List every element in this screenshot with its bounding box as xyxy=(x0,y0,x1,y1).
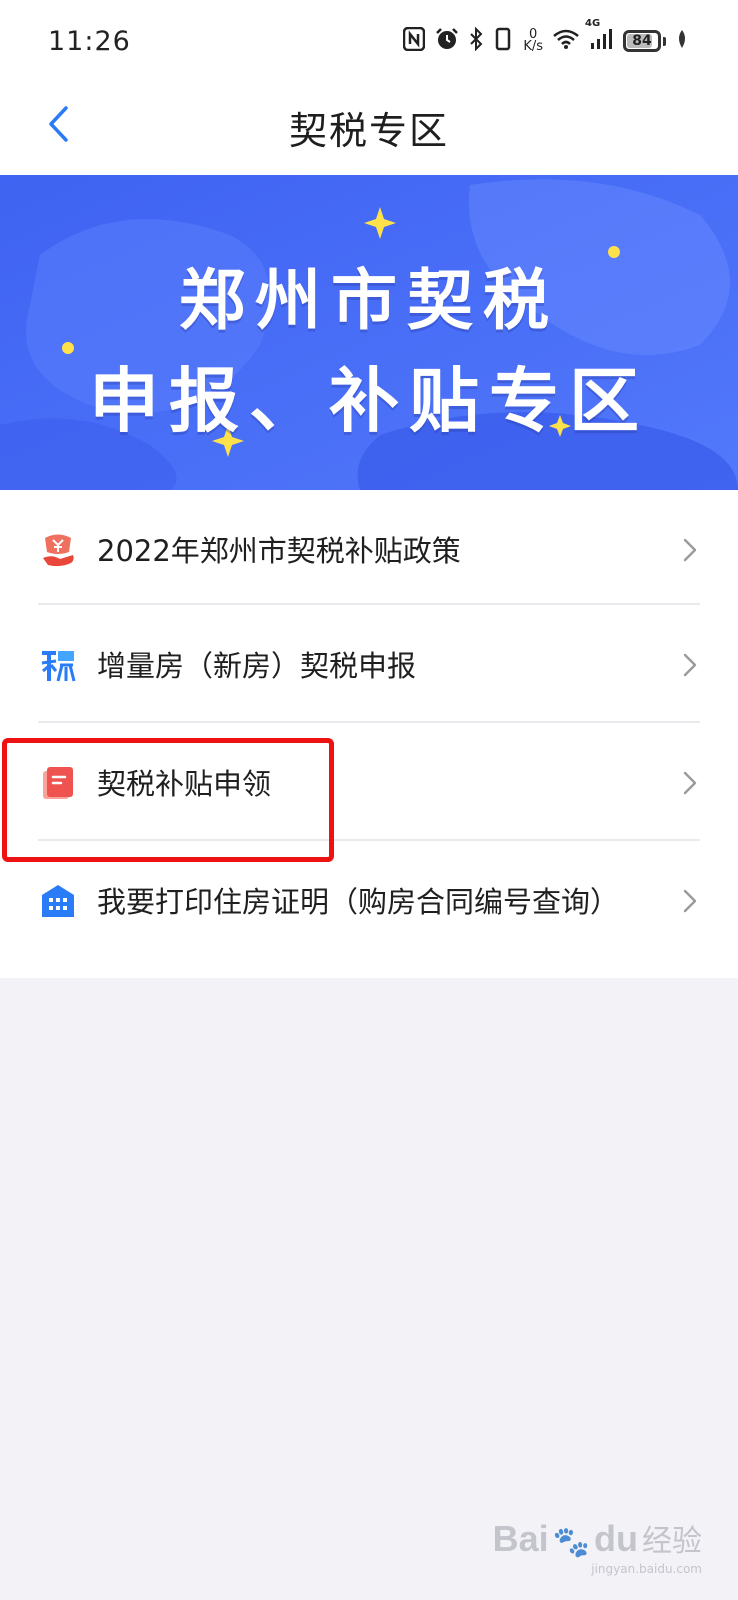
net-speed: 0 K/s xyxy=(523,28,543,54)
building-icon xyxy=(40,883,76,919)
chevron-right-icon xyxy=(682,771,698,795)
net-speed-unit: K/s xyxy=(523,39,543,54)
highlight-annotation xyxy=(2,738,334,862)
vibrate-icon xyxy=(493,27,513,56)
leaf-icon xyxy=(676,29,688,54)
menu-item-label: 2022年郑州市契税补贴政策 xyxy=(97,534,461,568)
subsidy-coin-icon xyxy=(40,532,76,568)
menu-item-new-house-tax[interactable]: 增量房（新房）契税申报 xyxy=(0,605,738,725)
watermark-brand2: du xyxy=(594,1518,638,1559)
baidu-watermark: Bai 🐾 du 经验 jingyan.baidu.com xyxy=(492,1516,702,1576)
status-time: 11:26 xyxy=(48,26,131,57)
page-title: 契税专区 xyxy=(288,109,449,153)
nfc-icon xyxy=(403,26,426,56)
chevron-right-icon xyxy=(682,889,698,913)
banner-title-line2: 申报、补贴专区 xyxy=(89,360,649,442)
paw-icon: 🐾 xyxy=(552,1525,591,1560)
banner-title-line1: 郑州市契税 xyxy=(179,262,559,339)
status-bar: 11:26 0 K/s 4G 84 xyxy=(0,0,738,80)
bluetooth-icon xyxy=(469,26,483,56)
wifi-icon xyxy=(553,28,579,55)
menu-item-label: 我要打印住房证明（购房合同编号查询） xyxy=(97,885,620,919)
chevron-right-icon xyxy=(682,538,698,562)
watermark-url: jingyan.baidu.com xyxy=(591,1562,702,1576)
chevron-right-icon xyxy=(682,653,698,677)
signal-icon: 4G xyxy=(585,18,613,55)
menu-list: 2022年郑州市契税补贴政策 增量房（新房）契税申报 契税补贴申领 我要打印住房… xyxy=(0,490,738,978)
alarm-icon xyxy=(435,27,459,56)
watermark-text: 经验 xyxy=(642,1524,702,1559)
battery-level: 84 xyxy=(632,33,652,49)
nav-bar: 契税专区 xyxy=(0,80,738,175)
tax-declare-icon xyxy=(40,647,76,683)
menu-item-label: 增量房（新房）契税申报 xyxy=(97,649,417,683)
status-icons: 0 K/s 4G 84 xyxy=(403,18,688,56)
banner: 郑州市契税 申报、补贴专区 xyxy=(0,175,738,490)
battery-tip xyxy=(663,36,666,46)
watermark-brand: Bai xyxy=(492,1518,549,1559)
battery-icon: 84 xyxy=(623,30,661,52)
menu-item-subsidy-policy[interactable]: 2022年郑州市契税补贴政策 xyxy=(0,490,738,610)
network-type: 4G xyxy=(585,17,601,29)
